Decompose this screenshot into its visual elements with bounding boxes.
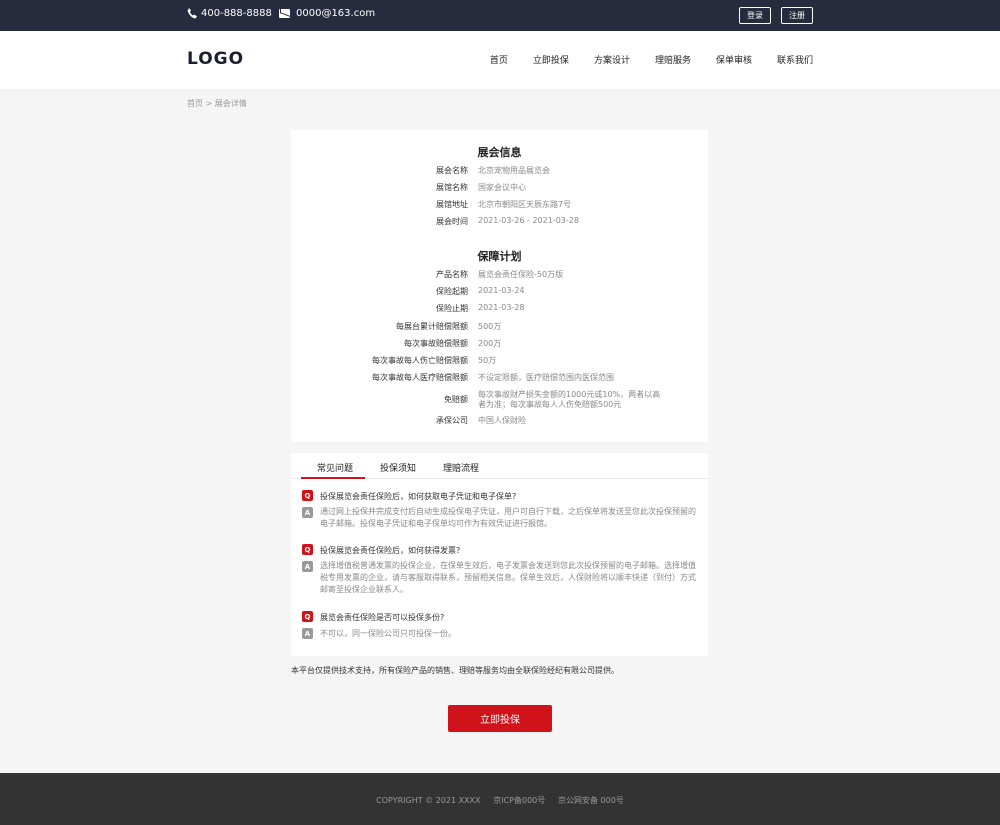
plan-label: 产品名称 [436,270,468,279]
plan-value: 展览会责任保险-50万版 [478,270,564,279]
plan-label: 承保公司 [436,416,468,425]
mail-icon [279,9,290,18]
login-button[interactable]: 登录 [739,7,771,24]
info-value: 北京宠物用品展览会 [478,166,550,175]
plan-label: 免赔额 [444,395,468,404]
plan-label: 每次事故每人伤亡赔偿限额 [372,356,468,365]
question-badge: Q [302,490,313,501]
tab-insurance-notice[interactable]: 投保须知 [380,461,416,474]
coverage-plan-title: 保障计划 [477,250,522,263]
faq-question: 展览会责任保险是否可以投保多份? [320,613,445,622]
nav-home[interactable]: 首页 [490,53,508,66]
info-label: 展馆地址 [436,200,468,209]
disclaimer: 本平台仅提供技术支持，所有保险产品的销售、理赔等服务均由全联保险经纪有限公司提供… [291,666,619,675]
top-bar: 400-888-8888 0000@163.com 登录 注册 [0,0,1000,31]
tab-bar: 常见问题 投保须知 理赔流程 [291,453,708,479]
nav-claims-service[interactable]: 理赔服务 [655,53,691,66]
main-nav: 首页 立即投保 方案设计 理赔服务 保单审核 联系我们 [490,53,813,66]
email-address: 0000@163.com [296,8,376,19]
site-footer: COPYRIGHT © 2021 XXXX 京ICP备000号 京公网安备 00… [0,773,1000,825]
phone-contact: 400-888-8888 [187,8,272,19]
register-button[interactable]: 注册 [781,7,813,24]
plan-label: 保险起期 [436,287,468,296]
info-label: 展馆名称 [436,183,468,192]
plan-value: 2021-03-24 [478,286,525,295]
info-value: 北京市朝阳区天辰东路7号 [478,200,572,209]
question-badge: Q [302,544,313,555]
exhibition-info-card: 展会信息 展会名称 北京宠物用品展览会 展馆名称 国家会议中心 展馆地址 北京市… [291,130,708,442]
exhibition-info-title: 展会信息 [477,146,522,159]
answer-badge: A [302,561,313,572]
plan-value: 200万 [478,339,502,348]
nav-buy-insurance[interactable]: 立即投保 [533,53,569,66]
info-value: 2021-03-26 - 2021-03-28 [478,216,579,225]
footer-copyright: COPYRIGHT © 2021 XXXX 京ICP备000号 京公网安备 00… [376,796,624,805]
info-label: 展会时间 [436,217,468,226]
faq-answer: 不可以，同一保险公司只可投保一份。 [320,629,456,638]
faq-answer: 选择增值税普通发票的投保企业，在保单生效后，电子发票会发送到您此次投保预留的电子… [320,561,696,594]
plan-label: 保险止期 [436,304,468,313]
answer-badge: A [302,507,313,518]
nav-plan-design[interactable]: 方案设计 [594,53,630,66]
nav-policy-review[interactable]: 保单审核 [716,53,752,66]
plan-label: 每次事故每人医疗赔偿限额 [372,373,468,382]
email-contact: 0000@163.com [279,8,375,19]
answer-badge: A [302,628,313,639]
logo[interactable]: LOGO [187,49,244,69]
active-tab-indicator [301,477,365,479]
info-label: 展会名称 [436,166,468,175]
nav-contact-us[interactable]: 联系我们 [777,53,813,66]
phone-number: 400-888-8888 [201,8,272,19]
plan-label: 每展台累计赔偿限额 [396,322,468,331]
faq-card: 常见问题 投保须知 理赔流程 Q 投保展览会责任保险后，如何获取电子凭证和电子保… [291,453,708,656]
buy-insurance-button[interactable]: 立即投保 [448,705,552,732]
faq-question: 投保展览会责任保险后，如何获取电子凭证和电子保单? [320,492,517,501]
plan-value: 每次事故财产损失金额的1000元或10%，两者以高者为准；每次事故每人人伤免赔额… [478,390,661,409]
site-header: LOGO 首页 立即投保 方案设计 理赔服务 保单审核 联系我们 [0,31,1000,89]
faq-answer: 通过网上投保并完成支付后自动生成投保电子凭证，用户可自行下载，之后保单将发送至您… [320,507,696,528]
plan-label: 每次事故赔偿限额 [404,339,468,348]
info-value: 国家会议中心 [478,183,526,192]
plan-value: 500万 [478,322,502,331]
faq-question: 投保展览会责任保险后，如何获得发票? [320,546,461,555]
plan-value: 2021-03-28 [478,303,525,312]
plan-value: 50万 [478,356,497,365]
tab-claims-process[interactable]: 理赔流程 [443,461,479,474]
phone-icon [187,8,197,19]
plan-value: 中国人保财险 [478,416,526,425]
question-badge: Q [302,611,313,622]
plan-value: 不设定限额，医疗赔偿范围内医保范围 [478,373,614,382]
breadcrumb[interactable]: 首页 > 展会详情 [187,98,247,109]
